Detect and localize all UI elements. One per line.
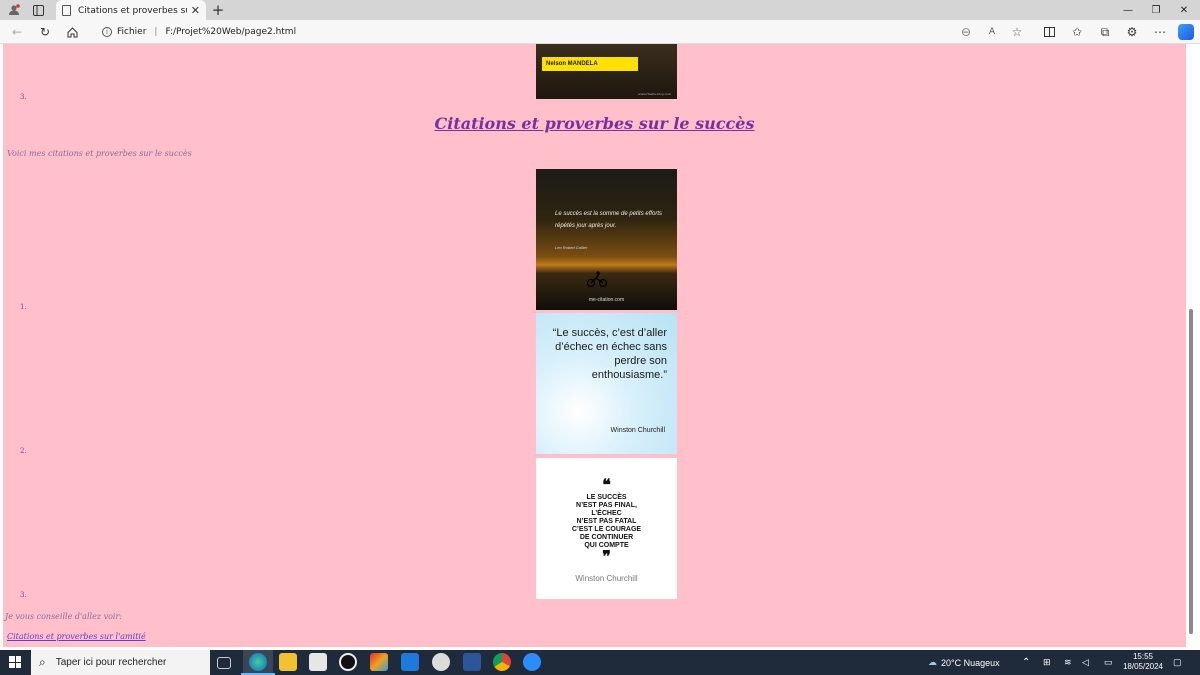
refresh-icon[interactable]: ↻	[36, 23, 54, 41]
word-icon[interactable]	[463, 653, 481, 671]
friendship-link[interactable]: Citations et proverbes sur l'amitié	[7, 632, 146, 641]
more-options-icon[interactable]: ⋯	[1151, 23, 1169, 41]
address-label: Fichier	[117, 27, 147, 37]
new-tab-button[interactable]: +	[210, 0, 226, 20]
teamviewer-icon[interactable]	[523, 653, 541, 671]
close-quote-mark: ❞	[602, 549, 611, 566]
vertical-scrollbar[interactable]	[1186, 44, 1196, 650]
image-quote: Le succès est la somme de petits efforts…	[555, 211, 663, 229]
chrome-icon[interactable]	[493, 653, 511, 671]
weather-text: 20°C Nuageux	[941, 657, 1000, 668]
image-name-label: Nelson MANDELA	[542, 57, 638, 71]
web-page: Nelson MANDELA www.rtssite-blog.com 3. C…	[3, 44, 1186, 647]
profile-icon[interactable]	[6, 0, 22, 20]
cloud-app-icon[interactable]	[432, 653, 450, 671]
read-aloud-icon[interactable]: A	[983, 23, 1001, 41]
cloud-icon: ☁	[928, 657, 937, 667]
churchill-courage-image: ❝ LE SUCCÈS N’EST PAS FINAL, L’ÉCHEC N’E…	[536, 458, 677, 599]
address-bar[interactable]: i Fichier | F:/Projet%20Web/page2.html	[96, 22, 1096, 42]
tab-close-icon[interactable]: ✕	[191, 4, 200, 17]
churchill-quote-image: “Le succès, c’est d’aller d’échec en éch…	[536, 313, 677, 454]
collier-quote-image: Le succès est la somme de petits efforts…	[536, 169, 677, 310]
page-icon	[62, 5, 71, 16]
address-separator: |	[154, 27, 158, 37]
tab-actions-icon[interactable]	[30, 0, 46, 20]
image-site-label: www.rtssite-blog.com	[638, 92, 671, 96]
search-icon: ⌕	[39, 655, 46, 669]
tab-strip: Citations et proverbes sur le succès ✕ +…	[0, 0, 1200, 21]
notification-icon[interactable]: ▢	[1173, 650, 1182, 675]
image-quote: LE SUCCÈS N’EST PAS FINAL, L’ÉCHEC N’EST…	[571, 494, 642, 549]
split-screen-icon[interactable]	[1040, 23, 1058, 41]
page-viewport: Nelson MANDELA www.rtssite-blog.com 3. C…	[0, 44, 1200, 650]
minimize-button[interactable]: —	[1114, 0, 1142, 20]
back-icon[interactable]: ←	[8, 23, 26, 41]
close-window-button[interactable]: ✕	[1170, 0, 1198, 20]
wifi-icon[interactable]: ≋	[1064, 650, 1072, 675]
browser-toolbar: ← ↻ i Fichier | F:/Projet%20Web/page2.ht…	[0, 20, 1200, 44]
image-author: Winston Churchill	[575, 574, 638, 583]
favorite-star-icon[interactable]: ☆	[1008, 23, 1026, 41]
taskbar-search[interactable]: ⌕ Taper ici pour rechercher	[31, 650, 210, 675]
list-marker: 1.	[20, 303, 27, 311]
file-explorer-icon[interactable]	[279, 653, 297, 671]
collections-icon[interactable]: ⧉	[1096, 23, 1114, 41]
clock-date: 18/05/2024	[1122, 662, 1164, 671]
favorites-icon[interactable]: ✩	[1068, 23, 1086, 41]
list-marker: 2.	[20, 447, 27, 455]
list-marker: 3.	[20, 93, 27, 101]
image-quote: “Le succès, c’est d’aller d’échec en éch…	[552, 327, 667, 381]
cyclist-silhouette	[586, 271, 608, 287]
chevron-up-icon[interactable]: ⌃	[1022, 650, 1030, 675]
extensions-icon[interactable]: ⚙	[1123, 23, 1141, 41]
image-author: Winston Churchill	[610, 427, 665, 434]
image-site-label: me-citation.com	[588, 297, 625, 303]
photo-app-icon[interactable]	[370, 653, 388, 671]
task-view-icon[interactable]	[217, 657, 231, 669]
outro-text: Je vous conseille d'allez voir:	[5, 612, 122, 621]
zoom-out-icon[interactable]: ⊖	[957, 23, 975, 41]
weather-widget[interactable]: ☁ 20°C Nuageux	[928, 650, 1000, 675]
edge-icon[interactable]	[241, 653, 275, 675]
mail-icon[interactable]	[401, 653, 419, 671]
restore-button[interactable]: ❐	[1142, 0, 1170, 20]
taskbar-clock[interactable]: 15:55 18/05/2024	[1118, 652, 1168, 672]
store-icon[interactable]	[309, 653, 327, 671]
clock-time: 15:55	[1132, 652, 1154, 661]
list-marker: 3.	[20, 591, 27, 599]
mandela-quote-image: Nelson MANDELA www.rtssite-blog.com	[536, 44, 677, 99]
address-url[interactable]: F:/Projet%20Web/page2.html	[165, 27, 296, 37]
tab-title: Citations et proverbes sur le succès	[78, 5, 187, 16]
app-icon[interactable]	[339, 653, 357, 671]
volume-icon[interactable]: ◁	[1082, 650, 1089, 675]
taskbar: ⌕ Taper ici pour rechercher ☁ 20°C Nuage…	[0, 650, 1200, 675]
tab-active[interactable]: Citations et proverbes sur le succès ✕	[56, 0, 206, 21]
scrollbar-thumb[interactable]	[1189, 309, 1193, 634]
network-settings-icon[interactable]: ⊞	[1043, 650, 1051, 675]
search-placeholder: Taper ici pour rechercher	[55, 657, 167, 668]
page-title: Citations et proverbes sur le succès	[434, 114, 755, 133]
windows-start-icon[interactable]	[9, 656, 21, 668]
info-icon[interactable]: i	[102, 27, 112, 37]
home-icon[interactable]	[63, 23, 81, 41]
intro-text: Voici mes citations et proverbes sur le …	[7, 149, 192, 158]
keyboard-icon[interactable]: ▭	[1104, 650, 1113, 675]
image-author: Leo Robert Collier	[555, 245, 588, 250]
copilot-icon[interactable]	[1178, 24, 1194, 40]
open-quote-mark: ❝	[602, 477, 611, 494]
